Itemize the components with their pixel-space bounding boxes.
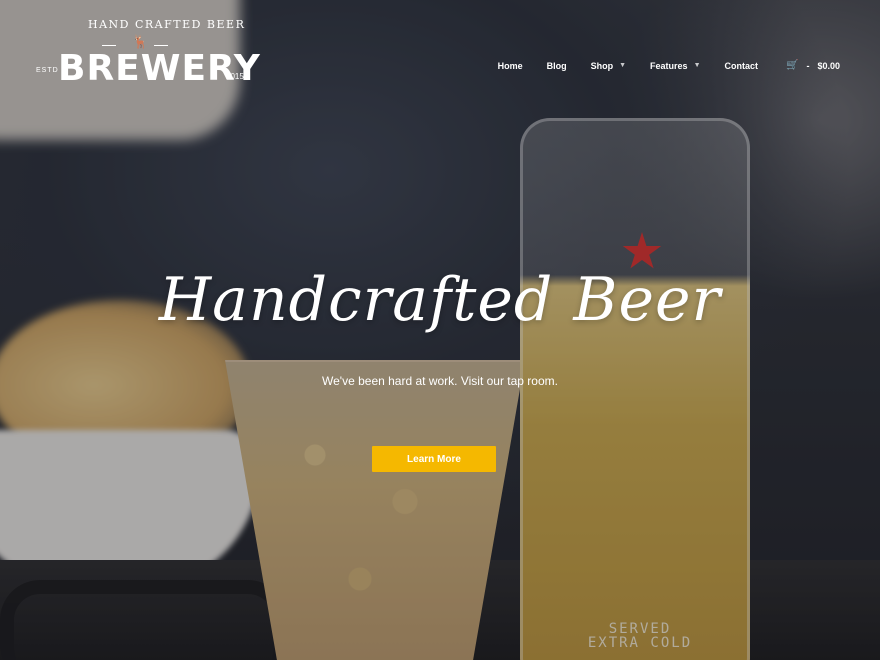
logo-divider-left — [102, 45, 116, 46]
site-logo[interactable]: HAND CRAFTED BEER 🦌 ESTD BREWERY 2015 — [36, 10, 260, 100]
hero-title: Handcrafted Beer — [158, 265, 722, 335]
logo-estd: ESTD — [36, 67, 59, 74]
nav-item-home[interactable]: Home — [486, 61, 535, 71]
nav-item-label: Contact — [724, 60, 759, 71]
nav-item-contact[interactable]: Contact — [713, 61, 771, 71]
nav-item-label: Shop — [590, 60, 614, 71]
cart-total: $0.00 — [817, 60, 840, 71]
nav-item-blog[interactable]: Blog — [535, 61, 579, 71]
cart-separator: - — [806, 60, 810, 71]
chevron-down-icon: ▼ — [693, 62, 701, 69]
cart-icon: 🛒 — [786, 60, 799, 71]
logo-tagline: HAND CRAFTED BEER — [88, 18, 246, 31]
nav-item-label: Blog — [546, 60, 567, 71]
main-nav: Home Blog Shop ▼ Features ▼ Contact 🛒 - … — [486, 60, 840, 71]
cart-button[interactable]: 🛒 - $0.00 — [770, 60, 840, 71]
nav-item-shop[interactable]: Shop ▼ — [579, 61, 638, 71]
nav-item-label: Features — [650, 60, 688, 71]
nav-item-label: Home — [497, 60, 523, 71]
nav-item-features[interactable]: Features ▼ — [638, 61, 712, 71]
learn-more-button[interactable]: Learn More — [372, 446, 496, 472]
hero-subtitle: We've been hard at work. Visit our tap r… — [322, 374, 558, 388]
logo-divider-right — [154, 45, 168, 46]
logo-name: BREWERY — [58, 48, 261, 89]
chevron-down-icon: ▼ — [619, 62, 627, 69]
logo-year: 2015 — [226, 72, 244, 81]
